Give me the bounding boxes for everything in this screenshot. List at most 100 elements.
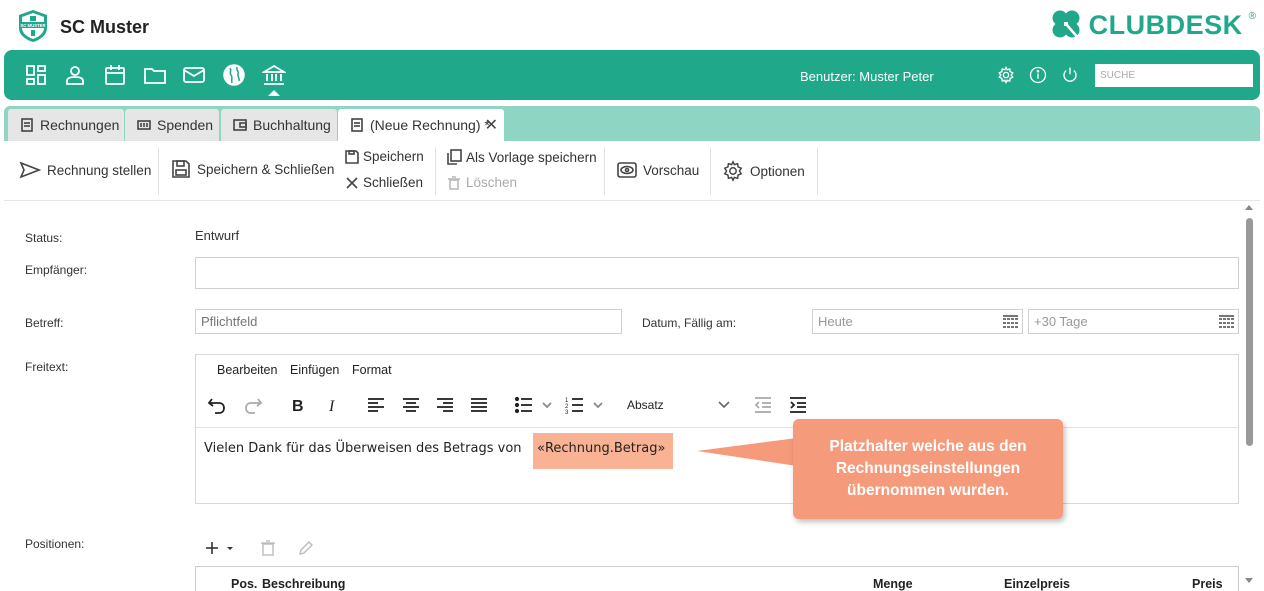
align-right-icon[interactable] (435, 395, 457, 417)
toolbar-separator (158, 147, 159, 195)
save-icon (345, 149, 359, 164)
power-icon[interactable] (1061, 66, 1079, 84)
main-navigation: Benutzer: Muster Peter (4, 50, 1260, 100)
wallet-icon (233, 119, 247, 131)
person-icon[interactable] (63, 63, 87, 87)
folder-icon[interactable] (143, 63, 167, 87)
club-name: SC Muster (60, 17, 150, 37)
tab-buchhaltung[interactable]: Buchhaltung (221, 109, 337, 141)
calendar-icon[interactable] (103, 63, 127, 87)
globe-icon[interactable] (222, 63, 246, 87)
tab-neue-rechnung[interactable]: (Neue Rechnung) * ✕ (338, 109, 504, 141)
date-placeholder: Heute (818, 314, 853, 329)
calendar-grid-icon[interactable] (1003, 315, 1018, 328)
column-price[interactable]: Preis (1192, 577, 1223, 591)
tab-label: Rechnungen (40, 117, 120, 133)
editor-text: Vielen Dank für das Überweisen des Betra… (204, 441, 522, 456)
clubdesk-brand: CLUBDESK ® (1049, 9, 1256, 41)
close-button[interactable]: Schließen (345, 175, 423, 190)
subject-field[interactable] (195, 309, 622, 334)
save-close-button[interactable]: Speichern & Schließen (171, 159, 334, 179)
options-label: Optionen (750, 163, 805, 179)
info-icon[interactable] (1029, 66, 1047, 84)
pencil-icon[interactable] (297, 539, 315, 557)
delete-label: Löschen (466, 175, 518, 190)
brand-registered: ® (1248, 11, 1256, 22)
page-scrollbar[interactable] (1244, 203, 1254, 587)
search-input[interactable] (1095, 64, 1253, 87)
club-logo-text: SC MUSTER (20, 23, 46, 28)
save-icon (172, 160, 190, 178)
brand-name: CLUBDESK (1088, 9, 1243, 40)
status-label: Status: (25, 231, 63, 245)
editor-menu-format[interactable]: Format (352, 363, 392, 377)
block-format-value: Absatz (627, 398, 664, 412)
trash-icon[interactable] (259, 539, 277, 557)
column-unit-price[interactable]: Einzelpreis (1004, 577, 1070, 591)
mail-icon[interactable] (182, 63, 206, 87)
close-label: Schließen (363, 175, 424, 190)
preview-button[interactable]: Vorschau (617, 161, 699, 179)
tab-spenden[interactable]: Spenden (125, 109, 219, 141)
delete-button[interactable]: Löschen (447, 175, 517, 190)
align-justify-icon[interactable] (469, 395, 491, 417)
column-quantity[interactable]: Menge (873, 577, 913, 591)
bold-icon[interactable]: B (288, 395, 310, 417)
toolbar-separator (710, 147, 711, 195)
scroll-up-arrow-icon[interactable] (1245, 205, 1253, 210)
gear-icon[interactable] (997, 65, 1015, 85)
redo-icon[interactable] (243, 395, 265, 417)
copy-icon (447, 149, 462, 165)
positions-table-header: Pos. Beschreibung Menge Einzelpreis Prei… (195, 566, 1239, 591)
active-nav-indicator (268, 90, 280, 96)
due-date-placeholder: +30 Tage (1034, 314, 1088, 329)
send-icon (19, 161, 41, 179)
status-value: Entwurf (195, 228, 240, 243)
tab-rechnungen[interactable]: Rechnungen (8, 109, 124, 141)
save-as-template-button[interactable]: Als Vorlage speichern (446, 149, 597, 165)
send-invoice-button[interactable]: Rechnung stellen (19, 161, 151, 179)
preview-label: Vorschau (643, 162, 700, 178)
positions-actions (205, 539, 315, 557)
calendar-grid-icon[interactable] (1219, 315, 1234, 328)
align-center-icon[interactable] (401, 395, 423, 417)
scroll-down-arrow-icon[interactable] (1245, 578, 1253, 583)
dashboard-icon[interactable] (24, 63, 48, 87)
save-close-label: Speichern & Schließen (197, 161, 335, 177)
date-due-label: Datum, Fällig am: (642, 316, 737, 330)
clover-icon (1052, 10, 1080, 40)
column-description[interactable]: Beschreibung (262, 577, 345, 591)
save-button[interactable]: Speichern (345, 149, 424, 164)
placeholder-amount-tag[interactable]: «Rechnung.Betrag» (533, 433, 673, 469)
add-position-icon[interactable] (205, 539, 235, 557)
due-date-field[interactable]: +30 Tage (1028, 309, 1239, 334)
options-button[interactable]: Optionen (722, 160, 805, 182)
toolbar-separator (604, 147, 605, 195)
svg-text:I: I (328, 398, 335, 415)
tab-label: (Neue Rechnung) * (370, 117, 490, 133)
save-label: Speichern (363, 149, 424, 164)
align-left-icon[interactable] (366, 395, 388, 417)
chevron-down-icon (718, 401, 730, 409)
scroll-thumb[interactable] (1246, 218, 1253, 446)
numbered-list-icon[interactable]: 123 (565, 395, 605, 417)
italic-icon[interactable]: I (323, 395, 345, 417)
block-format-select[interactable]: Absatz (627, 398, 737, 420)
outdent-icon[interactable] (753, 395, 775, 417)
bullet-list-icon[interactable] (514, 395, 554, 417)
undo-icon[interactable] (207, 395, 229, 417)
svg-text:B: B (292, 398, 304, 415)
club-logo[interactable]: SC MUSTER (15, 8, 51, 44)
recipient-field[interactable] (195, 257, 1239, 289)
close-tab-icon[interactable]: ✕ (485, 115, 498, 135)
bank-icon[interactable] (260, 63, 288, 87)
trash-icon (448, 175, 460, 190)
callout-annotation: Platzhalter welche aus den Rechnungseins… (793, 419, 1063, 519)
indent-icon[interactable] (788, 395, 810, 417)
send-invoice-label: Rechnung stellen (47, 162, 152, 178)
positions-label: Positionen: (25, 537, 85, 551)
date-field[interactable]: Heute (812, 309, 1023, 334)
editor-menu-edit[interactable]: Bearbeiten (217, 363, 277, 377)
editor-menu-insert[interactable]: Einfügen (290, 363, 339, 377)
column-pos[interactable]: Pos. (231, 577, 257, 591)
